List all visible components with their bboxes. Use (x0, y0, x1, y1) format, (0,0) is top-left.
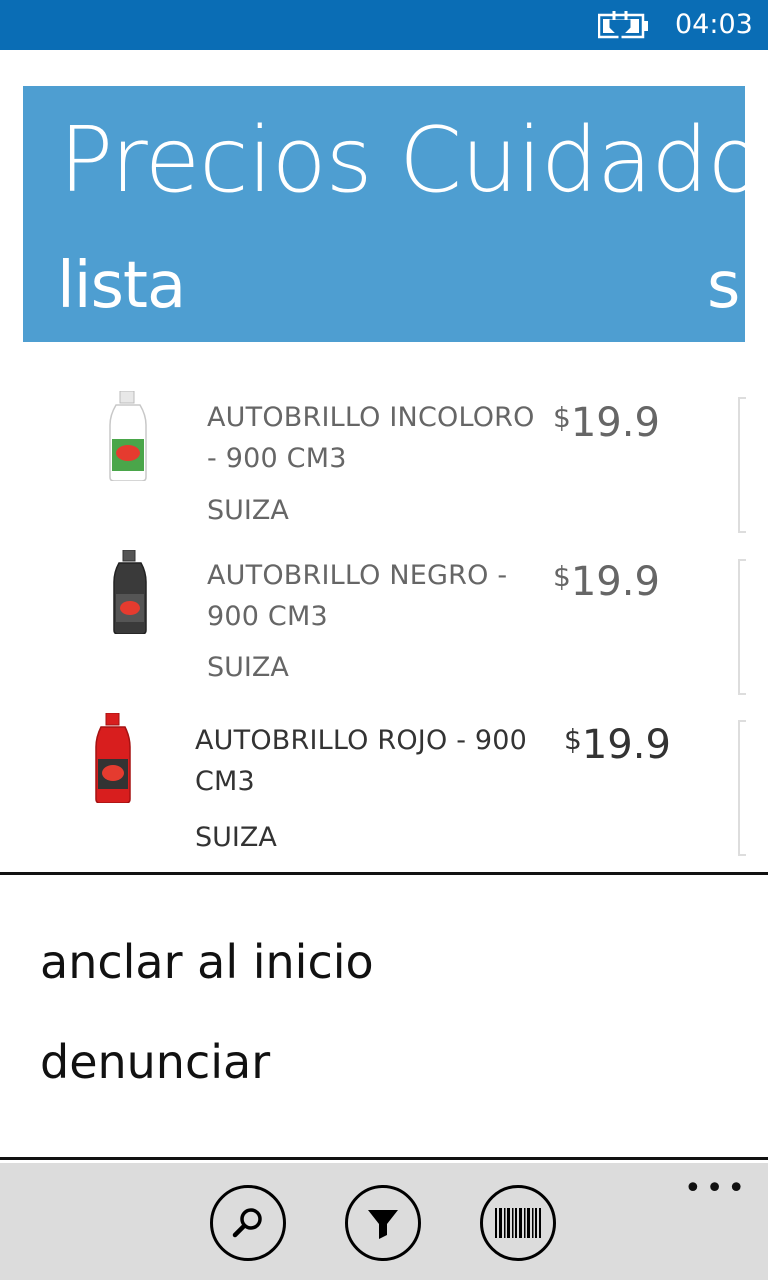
pivot-tab-lista[interactable]: lista (57, 246, 186, 326)
battery-charging-icon (598, 11, 648, 39)
product-item[interactable]: AUTOBRILLO ROJO - 900 CM3 SUIZA $19.9 (0, 705, 768, 870)
app-bar-menu: anclar al inicio denunciar (0, 872, 768, 1160)
product-currency: $ (564, 723, 582, 756)
barcode-icon (495, 1208, 541, 1238)
app-bar: ••• (0, 1163, 768, 1280)
filter-icon (368, 1210, 398, 1239)
status-bar: 04:03 (0, 0, 768, 50)
product-currency: $ (553, 401, 571, 434)
product-name: AUTOBRILLO INCOLORO - 900 CM3 (207, 402, 535, 474)
next-panel-edge (738, 559, 746, 695)
product-price: $19.9 (553, 555, 660, 604)
product-item[interactable]: AUTOBRILLO INCOLORO - 900 CM3 SUIZA $19.… (0, 385, 768, 545)
product-price-value: 19.9 (581, 722, 671, 768)
menu-item-report[interactable]: denunciar (40, 1034, 270, 1090)
product-brand: SUIZA (207, 495, 289, 526)
product-bottle-image (113, 550, 147, 634)
app-title: Precios Cuidados (59, 108, 745, 213)
next-panel-edge (738, 397, 746, 533)
search-button[interactable] (210, 1185, 286, 1261)
product-price-value: 19.9 (570, 559, 660, 605)
filter-button[interactable] (345, 1185, 421, 1261)
product-price: $19.9 (553, 396, 660, 445)
product-price: $19.9 (564, 718, 671, 767)
product-price-value: 19.9 (570, 400, 660, 446)
product-item[interactable]: AUTOBRILLO NEGRO - 900 CM3 SUIZA $19.9 (0, 545, 768, 705)
product-name: AUTOBRILLO ROJO - 900 CM3 (195, 725, 528, 797)
barcode-scan-button[interactable] (480, 1185, 556, 1261)
menu-item-pin-to-start[interactable]: anclar al inicio (40, 934, 374, 990)
product-currency: $ (553, 560, 571, 593)
product-bottle-image (95, 713, 131, 803)
status-time: 04:03 (675, 9, 753, 40)
product-brand: SUIZA (207, 652, 289, 683)
product-bottle-image (109, 391, 147, 481)
product-name: AUTOBRILLO NEGRO - 900 CM3 (207, 560, 508, 632)
next-panel-edge (738, 720, 746, 856)
app-header: Precios Cuidados lista su (23, 86, 745, 342)
pivot-tab-next[interactable]: su (707, 246, 745, 326)
search-icon (232, 1208, 262, 1238)
more-options-button[interactable]: ••• (684, 1169, 745, 1209)
product-brand: SUIZA (195, 822, 277, 853)
